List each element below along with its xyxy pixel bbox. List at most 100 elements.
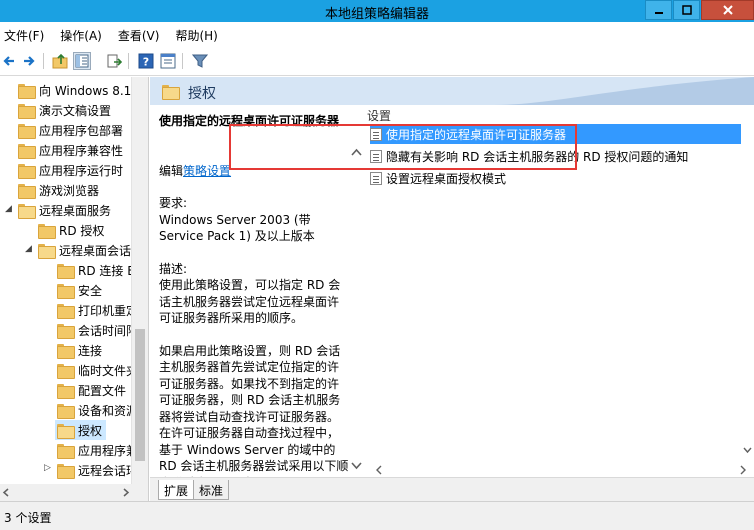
tree-item[interactable]: 应用程序运行时 <box>18 160 123 180</box>
folder-icon <box>57 363 75 379</box>
policy-setting-icon <box>370 127 382 141</box>
policy-setting-icon <box>370 171 382 185</box>
tree-item[interactable]: 配置文件 <box>57 380 126 400</box>
requirements-label: 要求: <box>159 196 188 210</box>
scroll-arrows-icon <box>743 447 752 454</box>
folder-icon <box>18 83 36 99</box>
menu-file[interactable]: 文件(F) <box>0 27 44 44</box>
status-bar: 3 个设置 <box>0 501 754 530</box>
category-title: 授权 <box>188 86 216 102</box>
description-label: 描述: <box>159 261 188 276</box>
folder-icon <box>57 463 75 479</box>
tree-item[interactable]: RD 授权 <box>38 220 104 240</box>
close-button[interactable] <box>701 0 754 20</box>
menu-view[interactable]: 查看(V) <box>114 27 160 44</box>
folder-open-icon <box>57 423 75 439</box>
setting-row-use-specified-license-servers[interactable]: 使用指定的远程桌面许可证服务器 <box>370 124 750 144</box>
properties-button[interactable] <box>159 52 177 70</box>
tree-item[interactable]: 临时文件夹 <box>57 360 138 380</box>
tree-item[interactable]: 应用程序兼 <box>57 440 138 460</box>
help-button[interactable]: ? <box>137 52 155 70</box>
description-scrollbar[interactable] <box>348 105 365 477</box>
maximize-button[interactable] <box>673 0 700 20</box>
help-icon: ? <box>138 53 154 69</box>
tree-item[interactable]: 游戏浏览器 <box>18 180 99 200</box>
setting-row-hide-notifications[interactable]: 隐藏有关影响 RD 会话主机服务器的 RD 授权问题的通知 <box>370 146 750 166</box>
minimize-button[interactable] <box>645 0 672 20</box>
tree-horizontal-scrollbar[interactable] <box>0 484 132 501</box>
up-folder-button[interactable] <box>51 52 69 70</box>
expand-arrow-icon[interactable]: ▷ <box>44 463 51 473</box>
details-pane: 授权 使用指定的远程桌面许可证服务器 编辑策略设置 要求: Windows Se… <box>150 77 754 501</box>
scroll-arrows-icon <box>351 148 362 470</box>
tree-item[interactable]: RD 连接 B <box>57 260 135 280</box>
status-text: 3 个设置 <box>4 511 52 525</box>
close-icon <box>722 5 733 15</box>
folder-icon <box>57 343 75 359</box>
folder-icon <box>18 143 36 159</box>
folder-open-icon <box>162 85 180 100</box>
folder-icon <box>18 103 36 119</box>
policy-settings-link[interactable]: 策略设置 <box>183 164 231 178</box>
export-list-button[interactable] <box>105 52 123 70</box>
edit-policy-line: 编辑策略设置 <box>159 163 232 178</box>
title-bar: 本地组策略编辑器 <box>0 0 754 22</box>
folder-icon <box>57 303 75 319</box>
folder-icon <box>18 123 36 139</box>
scrollbar-thumb[interactable] <box>135 329 145 461</box>
filter-button[interactable] <box>191 52 209 70</box>
requirements-text: Windows Server 2003 (带 Service Pack 1) 及… <box>159 212 315 244</box>
setting-row-licensing-mode[interactable]: 设置远程桌面授权模式 <box>370 168 750 188</box>
toolbar: ? <box>0 48 754 76</box>
description-pane: 使用指定的远程桌面许可证服务器 编辑策略设置 要求: Windows Serve… <box>150 105 355 477</box>
tree-item-remote-desktop-session-host[interactable]: 远程桌面会话 <box>38 240 131 260</box>
tree-item[interactable]: 向 Windows 8.1 <box>18 80 131 100</box>
back-button[interactable] <box>0 52 18 70</box>
forward-button[interactable] <box>20 52 38 70</box>
window-title: 本地组策略编辑器 <box>324 7 429 22</box>
tree-item[interactable]: 打印机重定 <box>57 300 138 320</box>
tree-item-remote-desktop-services[interactable]: 远程桌面服务 <box>18 200 111 220</box>
policy-title: 使用指定的远程桌面许可证服务器 <box>159 114 340 128</box>
toolbar-separator <box>128 53 129 69</box>
list-horizontal-scrollbar[interactable] <box>367 463 754 477</box>
properties-icon <box>160 53 176 69</box>
collapse-arrow-icon[interactable]: ◢ <box>25 244 32 254</box>
tree-item[interactable]: 应用程序包部署 <box>18 120 123 140</box>
tree-item[interactable]: 应用程序兼容性 <box>18 140 123 160</box>
folder-open-icon <box>38 243 56 259</box>
folder-icon <box>57 443 75 459</box>
menu-action[interactable]: 操作(A) <box>56 27 102 44</box>
list-vertical-scrollbar[interactable] <box>741 105 754 477</box>
policy-setting-icon <box>370 149 382 163</box>
tree-item-licensing-selected[interactable]: 授权 <box>55 420 107 440</box>
tree-item[interactable]: 会话时间限 <box>57 320 138 340</box>
folder-icon <box>57 383 75 399</box>
description-text-detail: 如果启用此策略设置，则 RD 会话主机服务器首先尝试定位指定的许可证服务器。如果… <box>159 343 349 478</box>
description-text: 使用此策略设置，可以指定 RD 会话主机服务器尝试定位远程桌面许可证服务器所采用… <box>159 278 341 325</box>
tree-item[interactable]: 远程会话环 <box>57 460 138 480</box>
menu-bar: 文件(F) 操作(A) 查看(V) 帮助(H) <box>0 22 754 48</box>
category-header: 授权 <box>150 77 754 105</box>
tab-extended[interactable]: 扩展 <box>158 480 195 500</box>
settings-list[interactable]: 设置 使用指定的远程桌面许可证服务器 隐藏有关影响 RD 会话主机服务器的 RD… <box>367 105 754 477</box>
tree-item[interactable]: 演示文稿设置 <box>18 100 111 120</box>
column-header-setting[interactable]: 设置 <box>367 107 391 124</box>
menu-help[interactable]: 帮助(H) <box>171 27 217 44</box>
export-icon <box>107 54 122 68</box>
collapse-arrow-icon[interactable]: ◢ <box>5 204 12 214</box>
console-tree[interactable]: 向 Windows 8.1 演示文稿设置 应用程序包部署 应用程序兼容性 应用程… <box>0 77 149 501</box>
show-hide-tree-button[interactable] <box>73 52 91 70</box>
toolbar-separator <box>182 53 183 69</box>
toolbar-separator <box>43 53 44 69</box>
forward-arrow-icon <box>24 56 35 66</box>
folder-icon <box>38 223 56 239</box>
tab-standard[interactable]: 标准 <box>193 480 230 500</box>
folder-icon <box>57 403 75 419</box>
tree-item[interactable]: 连接 <box>57 340 102 360</box>
scroll-arrows-icon <box>376 465 746 475</box>
folder-icon <box>57 323 75 339</box>
tree-item[interactable]: 安全 <box>57 280 102 300</box>
tree-vertical-scrollbar[interactable] <box>131 77 148 501</box>
tree-item[interactable]: 设备和资源 <box>57 400 138 420</box>
